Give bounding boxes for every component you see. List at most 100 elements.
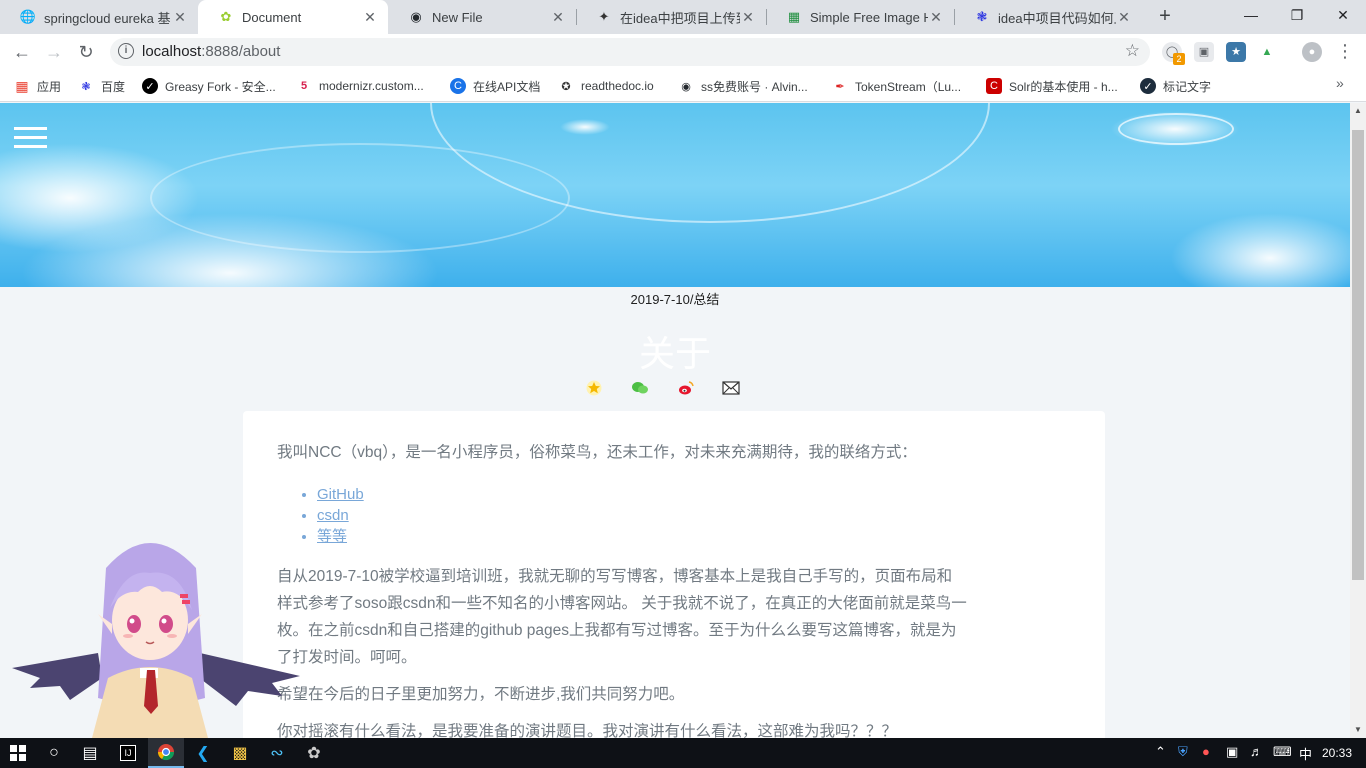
file-explorer-icon[interactable]: ▩ [222,738,258,768]
menu-dots-icon[interactable]: ⋮ [1336,40,1354,62]
paragraph-story: 自从2019-7-10被学校逼到培训班，我就无聊的写写博客，博客基本上是我自己手… [277,568,967,666]
scrollbar-thumb[interactable] [1352,130,1364,580]
mail-icon[interactable] [721,378,741,398]
star-icon[interactable] [584,378,604,398]
close-icon[interactable]: ✕ [172,9,188,26]
bookmark-baidu[interactable]: ❃ 百度 [78,77,125,95]
bookmark-label: readthedoc.io [581,79,654,93]
apps-grid-icon: ▦ [15,77,29,94]
tab-title: New File [432,9,483,25]
url-path: :8888/about [201,43,281,60]
modernizr-icon: 5 [300,80,308,92]
tab-springcloud[interactable]: 🌐 springcloud eureka 基 ✕ [0,0,198,34]
extension-icon[interactable]: ★ [1226,42,1246,62]
mascot-character[interactable] [10,528,305,738]
tab-title: idea中项目代码如何上传 [998,10,1116,26]
feather-icon: ✒ [835,80,845,93]
contact-links: GitHub csdn 等等 [317,484,1071,547]
mascot-app-icon[interactable]: ✿ [296,738,332,768]
banner-glow [1170,213,1350,287]
readthedocs-icon: ✪ [561,80,571,93]
ime-indicator[interactable]: 中 [1299,744,1312,763]
paragraph-hope: 希望在今后的日子里更加努力，不断进步,我们共同努力吧。 [277,686,685,703]
bookmark-label: TokenStream（Lu... [855,79,962,94]
browser-toolbar: ← → ↻ i localhost:8888/about ☆ ◯ ▣ ★ ▲ ● [0,34,1366,70]
bookmarks-overflow-icon[interactable]: » [1336,75,1344,91]
bookmark-label: 在线API文档 [473,79,541,94]
close-icon[interactable]: ✕ [928,9,944,26]
back-button[interactable]: ← [10,40,34,64]
tab-title: Simple Free Image Ho [810,9,928,25]
wechat-icon[interactable] [630,378,650,398]
clock-time[interactable]: 20:33 [1322,746,1352,760]
tab-idea-code[interactable]: ❃ idea中项目代码如何上传 ✕ [954,0,1142,34]
close-icon[interactable]: ✕ [550,9,566,26]
extension-icon[interactable]: ▲ [1257,42,1277,62]
bookmark-label: 百度 [101,79,126,94]
volume-icon[interactable]: ♬ [1250,744,1263,759]
bookmark-ss-account[interactable]: ◉ ss免费账号 · Alvin... [678,77,808,95]
search-circle-icon[interactable]: ○ [36,738,72,768]
page-scrollbar[interactable]: ▲ ▼ [1350,103,1366,738]
keyboard-icon[interactable]: ⌨ [1273,744,1292,760]
etc-link[interactable]: 等等 [317,528,347,545]
weibo-icon[interactable] [676,378,696,398]
scroll-up-arrow-icon[interactable]: ▲ [1350,103,1366,119]
bookmark-greasyfork[interactable]: ✓ Greasy Fork - 安全... [142,77,276,95]
restore-button[interactable]: ❐ [1274,0,1320,30]
security-shield-icon[interactable]: ⛨ [1178,744,1188,760]
new-tab-button[interactable]: + [1154,5,1176,27]
bookmark-label: 标记文字 [1163,79,1212,94]
csdn-link[interactable]: csdn [317,507,349,524]
api-doc-icon: C [450,78,466,94]
greasyfork-icon: ✓ [142,78,158,94]
extension-badge: 2 [1173,53,1185,65]
close-icon[interactable]: ✕ [362,9,378,26]
bookmark-solr[interactable]: C Solr的基本使用 - h... [986,77,1118,95]
tray-chevron-icon[interactable]: ⌃ [1155,744,1166,760]
tab-image-host[interactable]: ▦ Simple Free Image Ho ✕ [766,0,954,34]
sublime-icon[interactable]: ∾ [259,738,295,768]
close-icon[interactable]: ✕ [1116,9,1132,26]
extension-icon[interactable]: ▣ [1194,42,1214,62]
close-window-button[interactable]: ✕ [1320,0,1366,30]
tab-title: springcloud eureka 基 [44,10,171,26]
bookmark-readthedoc[interactable]: ✪ readthedoc.io [558,77,654,95]
bookmark-modernizr[interactable]: 5 modernizr.custom... [296,77,424,95]
intro-text: 我叫NCC（vbq），是一名小程序员，俗称菜鸟，还未工作，对未来充满期待，我的联… [277,444,917,461]
url-host: localhost [142,43,202,60]
vscode-icon[interactable]: ❮ [185,738,221,768]
tab-strip: 🌐 springcloud eureka 基 ✕ ✿ Document ✕ ◉ … [0,0,1366,34]
forward-button[interactable]: → [42,40,66,64]
baidu-paw-icon: ❃ [81,80,91,93]
hamburger-menu-icon[interactable] [14,127,47,151]
address-bar[interactable]: i localhost:8888/about ☆ [110,38,1150,66]
chrome-icon[interactable] [148,738,184,768]
reload-button[interactable]: ↻ [74,40,98,64]
bookmark-tokenstream[interactable]: ✒ TokenStream（Lu... [832,77,961,95]
post-date-category: 2019-7-10/总结 [630,292,720,307]
url-text[interactable]: localhost:8888/about [142,43,280,60]
github-link[interactable]: GitHub [317,486,364,503]
tab-title: 在idea中把项目上传到G [620,10,740,26]
csdn-icon: C [986,78,1002,94]
tab-new-file[interactable]: ◉ New File ✕ [388,0,576,34]
bookmark-api-docs[interactable]: C 在线API文档 [450,77,540,95]
about-card: 我叫NCC（vbq），是一名小程序员，俗称菜鸟，还未工作，对未来充满期待，我的联… [243,411,1105,738]
close-icon[interactable]: ✕ [740,9,756,26]
profile-avatar[interactable]: ● [1302,42,1322,62]
bookmark-apps[interactable]: ▦ 应用 [14,77,61,95]
minimize-button[interactable]: — [1228,0,1274,30]
bookmark-mark-text[interactable]: ✓ 标记文字 [1140,77,1211,95]
task-view-icon[interactable]: ▤ [72,738,108,768]
network-icon[interactable]: ▣ [1226,744,1238,760]
tab-idea-upload[interactable]: ✦ 在idea中把项目上传到G ✕ [576,0,766,34]
info-icon[interactable]: i [118,43,134,59]
qq-penguin-icon[interactable]: ● [1202,744,1210,759]
scroll-down-arrow-icon[interactable]: ▼ [1350,722,1366,738]
tab-document[interactable]: ✿ Document ✕ [198,0,388,34]
bookmark-star-icon[interactable]: ☆ [1125,41,1140,61]
leaf-icon: ✿ [220,9,232,24]
windows-start-icon[interactable] [0,738,36,768]
intellij-icon[interactable]: IJ [110,738,146,768]
